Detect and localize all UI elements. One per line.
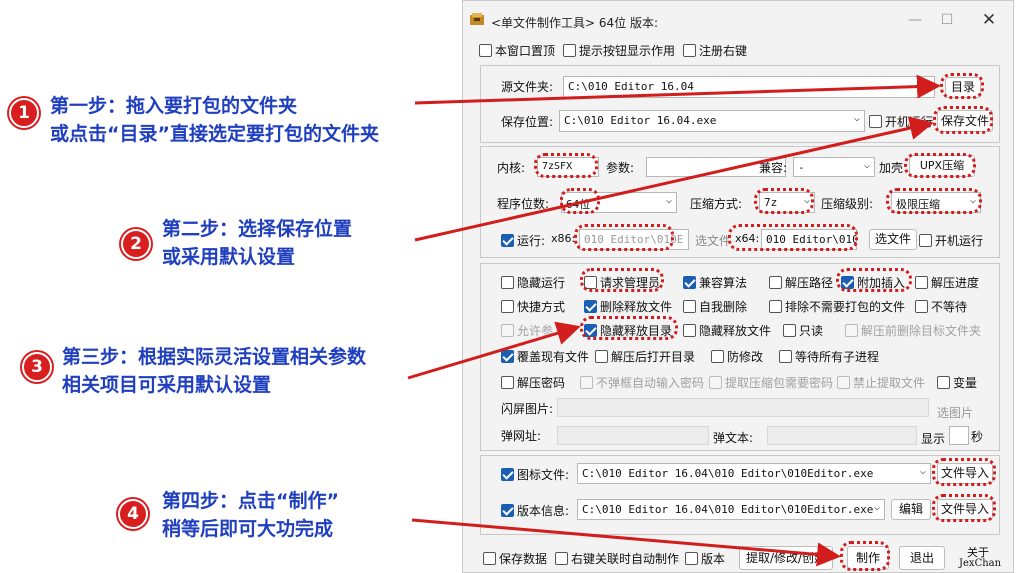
step-1-badge: 1 bbox=[9, 98, 39, 128]
step-2-badge: 2 bbox=[121, 229, 151, 259]
step-1-line-1: 第一步：拖入要打包的文件夹 bbox=[50, 95, 298, 117]
step-1-text: 第一步：拖入要打包的文件夹 或点击“目录”直接选定要打包的文件夹 bbox=[50, 92, 379, 148]
step-4-badge: 4 bbox=[118, 499, 148, 529]
step-3-text: 第三步：根据实际灵活设置相关参数 相关项目可采用默认设置 bbox=[62, 343, 366, 399]
arrow-step-2 bbox=[414, 116, 934, 242]
step-3-line-2: 相关项目可采用默认设置 bbox=[62, 374, 272, 396]
step-4-line-2: 稍等后即可大功完成 bbox=[162, 518, 334, 540]
step-3-line-1: 第三步：根据实际灵活设置相关参数 bbox=[62, 346, 367, 368]
step-3-badge: 3 bbox=[22, 352, 52, 382]
step-2-text: 第二步：选择保存位置 或采用默认设置 bbox=[162, 215, 352, 271]
arrow-step-3 bbox=[407, 321, 581, 380]
step-1-line-2: 或点击“目录”直接选定要打包的文件夹 bbox=[50, 123, 379, 145]
step-4-line-1: 第四步：点击“制作” bbox=[162, 490, 339, 512]
step-4-text: 第四步：点击“制作” 稍等后即可大功完成 bbox=[162, 487, 339, 543]
arrow-step-1 bbox=[414, 74, 941, 105]
step-2-line-1: 第二步：选择保存位置 bbox=[162, 218, 353, 240]
step-2-line-2: 或采用默认设置 bbox=[162, 246, 296, 268]
arrow-step-4 bbox=[411, 518, 841, 567]
annotation-arrows bbox=[407, 74, 941, 567]
